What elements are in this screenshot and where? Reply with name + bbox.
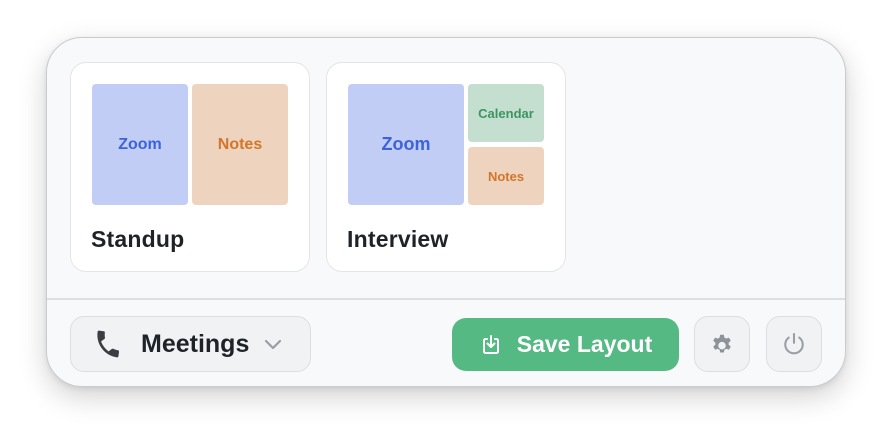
pane-zoom: Zoom [92, 84, 188, 205]
phone-icon [91, 327, 125, 361]
save-layout-label: Save Layout [516, 331, 653, 357]
pane-label: Zoom [118, 135, 162, 153]
profile-label: Meetings [141, 329, 250, 358]
layout-preview: Zoom Calendar Notes [348, 84, 544, 205]
layout-title: Standup [91, 226, 185, 252]
power-icon [780, 330, 808, 358]
pane-notes: Notes [192, 84, 288, 205]
chevron-down-icon [263, 334, 283, 354]
settings-button[interactable] [694, 316, 750, 372]
save-download-icon [479, 333, 503, 357]
profile-dropdown[interactable]: Meetings [70, 316, 311, 372]
footer-divider [47, 298, 845, 300]
layout-switcher-panel: Zoom Notes Standup Zoom Calendar Notes I… [46, 37, 846, 387]
pane-notes: Notes [468, 147, 544, 205]
pane-calendar: Calendar [468, 84, 544, 142]
layout-cards: Zoom Notes Standup Zoom Calendar Notes I… [70, 62, 566, 272]
pane-zoom: Zoom [348, 84, 464, 205]
pane-label: Notes [217, 135, 263, 153]
save-layout-button[interactable]: Save Layout [452, 318, 679, 371]
pane-label: Calendar [478, 105, 534, 121]
layout-card-standup[interactable]: Zoom Notes Standup [70, 62, 310, 272]
pane-label: Zoom [381, 134, 431, 154]
pane-label: Notes [487, 168, 525, 184]
gear-icon [709, 331, 735, 357]
layout-card-interview[interactable]: Zoom Calendar Notes Interview [326, 62, 566, 272]
power-button[interactable] [766, 316, 822, 372]
layout-preview: Zoom Notes [92, 84, 288, 205]
layout-title: Interview [347, 226, 449, 252]
